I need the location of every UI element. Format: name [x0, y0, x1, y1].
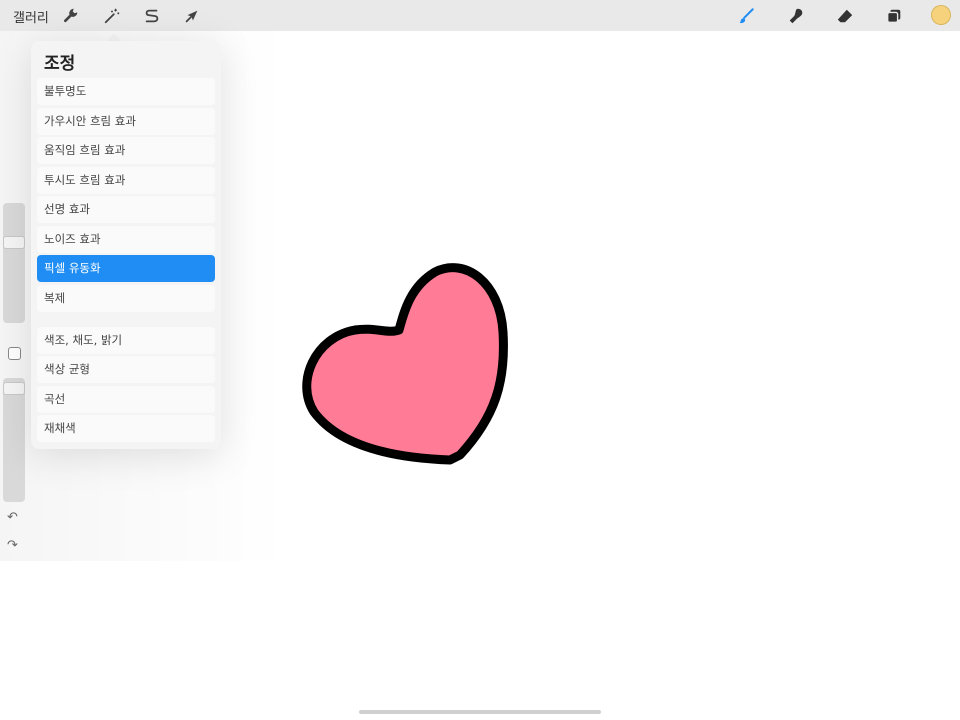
menu-item-gaussian-blur[interactable]: 가우시안 흐림 효과: [37, 108, 215, 135]
brush-icon[interactable]: [735, 5, 757, 27]
brush-size-slider[interactable]: [3, 203, 25, 323]
arrow-cursor-icon[interactable]: [181, 5, 203, 27]
menu-item-opacity[interactable]: 불투명도: [37, 78, 215, 105]
layers-icon[interactable]: [883, 5, 905, 27]
eraser-icon[interactable]: [834, 5, 856, 27]
current-color-swatch[interactable]: [931, 5, 951, 25]
menu-item-noise[interactable]: 노이즈 효과: [37, 226, 215, 253]
menu-item-liquify[interactable]: 픽셀 유동화: [37, 255, 215, 282]
top-toolbar: 갤러리: [0, 0, 960, 31]
selection-s-icon[interactable]: [141, 5, 163, 27]
wrench-icon[interactable]: [60, 5, 82, 27]
adjustments-menu: 조정 불투명도 가우시안 흐림 효과 움직임 흐림 효과 투시도 흐림 효과 선…: [31, 41, 221, 449]
menu-item-perspective-blur[interactable]: 투시도 흐림 효과: [37, 167, 215, 194]
home-indicator[interactable]: [359, 710, 601, 714]
menu-item-sharpen[interactable]: 선명 효과: [37, 196, 215, 223]
menu-item-color-balance[interactable]: 색상 균형: [37, 356, 215, 383]
heart-shape: [302, 263, 508, 465]
menu-item-curves[interactable]: 곡선: [37, 386, 215, 413]
menu-item-motion-blur[interactable]: 움직임 흐림 효과: [37, 137, 215, 164]
menu-item-hue-saturation-brightness[interactable]: 색조, 채도, 밝기: [37, 327, 215, 354]
magic-wand-icon[interactable]: [101, 5, 123, 27]
gallery-button[interactable]: 갤러리: [13, 7, 49, 26]
smudge-icon[interactable]: [785, 5, 807, 27]
brush-size-thumb[interactable]: [4, 237, 24, 248]
opacity-thumb[interactable]: [4, 383, 24, 394]
menu-item-clone[interactable]: 복제: [37, 285, 215, 312]
menu-title: 조정: [44, 54, 76, 74]
menu-item-recolor[interactable]: 재채색: [37, 415, 215, 442]
undo-icon[interactable]: ↶: [7, 510, 18, 525]
modify-button[interactable]: [8, 347, 21, 360]
redo-icon[interactable]: ↷: [7, 538, 18, 553]
left-sidebar: ↶ ↷: [0, 200, 28, 560]
opacity-slider[interactable]: [3, 378, 25, 502]
heart-drawing: [302, 263, 508, 465]
